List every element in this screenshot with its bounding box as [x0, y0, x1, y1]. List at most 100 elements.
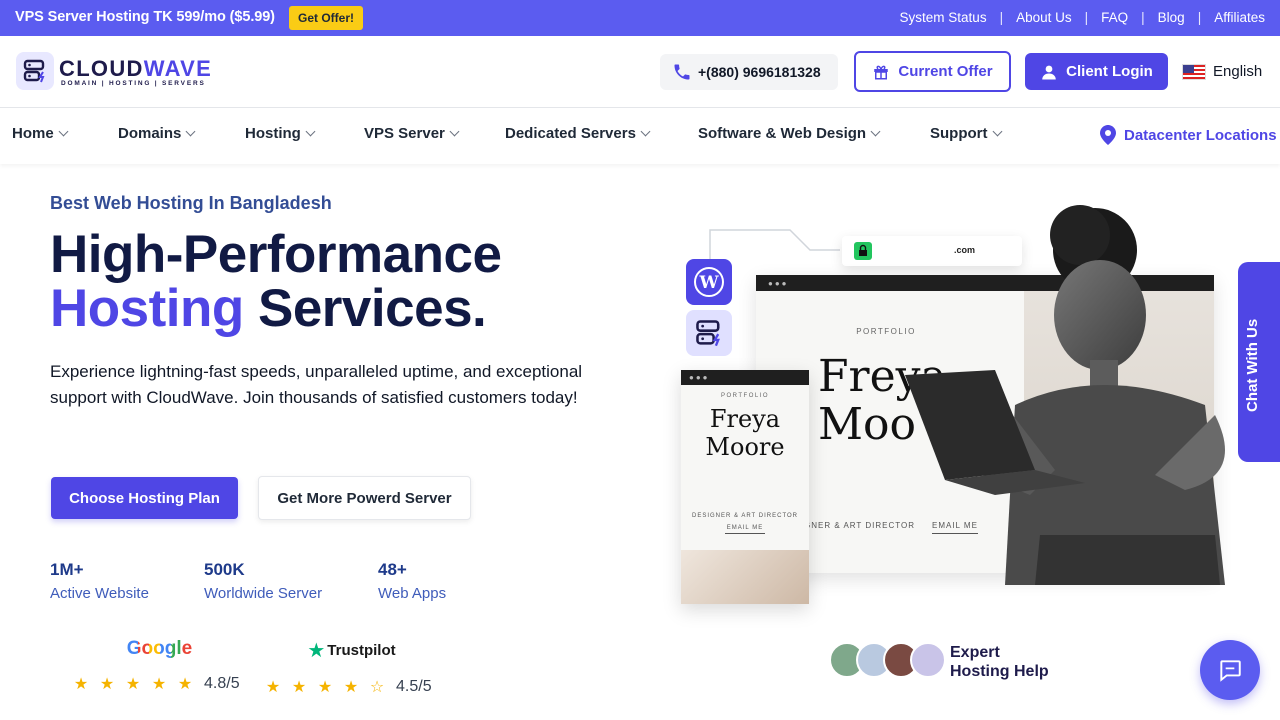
blog-link[interactable]: Blog — [1158, 10, 1185, 25]
promo-text: VPS Server Hosting TK 599/mo ($5.99) — [15, 9, 275, 25]
google-review[interactable]: Google ★ ★ ★ ★ ★ 4.8/5 — [68, 638, 251, 694]
star-icon: ★ — [99, 676, 115, 693]
nav-software-web-design[interactable]: Software & Web Design — [698, 125, 881, 142]
chevron-down-icon — [305, 126, 316, 137]
gift-icon — [874, 65, 889, 79]
portfolio-first-name: Freya — [709, 405, 781, 433]
hero-title-line2: Hosting Services. — [50, 282, 501, 336]
star-icon: ★ — [125, 676, 141, 693]
get-offer-button[interactable]: Get Offer! — [289, 6, 364, 30]
nav-domains[interactable]: Domains — [118, 125, 196, 142]
client-login-button[interactable]: Client Login — [1025, 53, 1168, 90]
google-logo-text: Google — [126, 638, 193, 659]
get-more-server-button[interactable]: Get More Powerd Server — [258, 476, 471, 520]
expert-hosting-help[interactable]: Expert Hosting Help — [950, 643, 1049, 681]
nav-dedicated-servers[interactable]: Dedicated Servers — [505, 125, 651, 142]
phone-text: +(880) 9696181328 — [698, 64, 821, 80]
datacenter-locations-link[interactable]: Datacenter Locations — [1100, 125, 1277, 145]
hero-title: High-Performance Hosting Services. — [50, 228, 502, 336]
star-icon: ★ — [151, 676, 167, 693]
star-icon: ★ — [343, 679, 359, 696]
google-stars: ★ ★ ★ ★ ★ 4.8/5 — [68, 674, 251, 694]
separator: | — [1197, 10, 1202, 25]
avatar — [910, 642, 946, 678]
cloudwave-logo-icon[interactable] — [16, 52, 54, 90]
nav-vps-label: VPS Server — [364, 125, 445, 142]
star-icon: ★ — [265, 679, 281, 696]
nav-home[interactable]: Home — [12, 125, 69, 142]
logo-wordmark[interactable]: CLOUDWAVE — [59, 56, 212, 82]
chat-with-us-tab[interactable]: Chat With Us — [1238, 262, 1280, 462]
stat-value: 48+ — [378, 560, 407, 579]
client-login-label: Client Login — [1066, 63, 1153, 80]
google-rating: 4.8/5 — [204, 675, 240, 692]
map-pin-icon — [1100, 125, 1116, 145]
hero-description: Experience lightning-fast speeds, unpara… — [50, 362, 583, 407]
star-icon: ★ — [177, 676, 193, 693]
window-dots: ●●● — [768, 279, 789, 288]
site-header: CLOUDWAVE DOMAIN | HOSTING | SERVERS +(8… — [0, 36, 1280, 108]
language-selector[interactable]: English — [1182, 63, 1262, 80]
trustpilot-rating: 4.5/5 — [396, 678, 432, 695]
stat-label: Web Apps — [378, 585, 447, 602]
chevron-down-icon — [58, 126, 69, 137]
portfolio-browser-small: ●●● PORTFOLIO Freya Moore DESIGNER & ART… — [681, 370, 809, 604]
lock-icon — [854, 242, 872, 260]
chevron-down-icon — [449, 126, 460, 137]
star-icon: ★ — [317, 679, 333, 696]
nav-vps-server[interactable]: VPS Server — [364, 125, 460, 142]
svg-text:W: W — [698, 273, 719, 293]
nav-hosting[interactable]: Hosting — [245, 125, 316, 142]
separator: | — [1084, 10, 1089, 25]
trustpilot-logo: ★ Trustpilot — [260, 638, 443, 663]
chevron-down-icon — [992, 126, 1002, 137]
portfolio-label: PORTFOLIO — [720, 393, 770, 399]
star-icon: ★ — [291, 679, 307, 696]
trustpilot-review[interactable]: ★ Trustpilot ★ ★ ★ ★ ☆ 4.5/5 — [260, 638, 443, 697]
server-icon — [686, 310, 732, 356]
nav-domains-label: Domains — [118, 125, 182, 142]
separator: | — [999, 10, 1004, 25]
browser-titlebar: ●●● — [681, 370, 809, 385]
hero-title-accent: Hosting — [50, 279, 244, 338]
language-label: English — [1213, 63, 1263, 80]
woman-with-laptop-illustration — [905, 205, 1225, 585]
email-me-small: EMAIL ME — [725, 525, 765, 534]
top-links: System Status | About Us | FAQ | Blog | … — [900, 10, 1265, 25]
window-dots: ●●● — [689, 373, 710, 382]
datacenter-label: Datacenter Locations — [1124, 126, 1277, 144]
stat-active-websites: 1M+ Active Website — [50, 560, 149, 602]
hero-eyebrow: Best Web Hosting In Bangladesh — [50, 193, 332, 213]
google-logo: Google — [68, 638, 251, 660]
trustpilot-logo-text: Trustpilot — [327, 642, 396, 659]
chevron-down-icon — [870, 126, 881, 137]
chat-icon — [1220, 660, 1241, 682]
trustpilot-stars: ★ ★ ★ ★ ☆ 4.5/5 — [260, 677, 443, 697]
chevron-down-icon — [185, 126, 196, 137]
phone-number[interactable]: +(880) 9696181328 — [660, 54, 838, 90]
photo-strip — [681, 550, 809, 604]
support-avatars — [829, 642, 946, 678]
stat-label: Worldwide Server — [204, 585, 323, 602]
hero-title-rest: Services. — [243, 279, 487, 338]
nav-support[interactable]: Support — [930, 125, 1002, 142]
nav-support-label: Support — [930, 125, 988, 142]
user-icon — [1042, 65, 1056, 79]
chat-bubble-button[interactable] — [1200, 640, 1260, 700]
choose-hosting-plan-button[interactable]: Choose Hosting Plan — [51, 477, 238, 519]
about-us-link[interactable]: About Us — [1016, 10, 1072, 25]
system-status-link[interactable]: System Status — [900, 10, 987, 25]
affiliates-link[interactable]: Affiliates — [1214, 10, 1265, 25]
chevron-down-icon — [640, 126, 651, 137]
current-offer-button[interactable]: Current Offer — [854, 51, 1011, 92]
chat-with-us-label: Chat With Us — [1244, 318, 1261, 412]
logo-text-wave: WAVE — [143, 56, 213, 81]
stat-value: 1M+ — [50, 560, 84, 579]
stat-worldwide-server: 500K Worldwide Server — [204, 560, 322, 602]
trustpilot-star-icon: ★ — [307, 640, 326, 662]
nav-dedicated-label: Dedicated Servers — [505, 125, 636, 142]
faq-link[interactable]: FAQ — [1101, 10, 1128, 25]
star-icon: ★ — [73, 676, 89, 693]
hero-illustration: .com W ●●● PORTFOLIO Freya Moo GNER & AR… — [660, 195, 1240, 615]
stat-label: Active Website — [50, 585, 149, 602]
